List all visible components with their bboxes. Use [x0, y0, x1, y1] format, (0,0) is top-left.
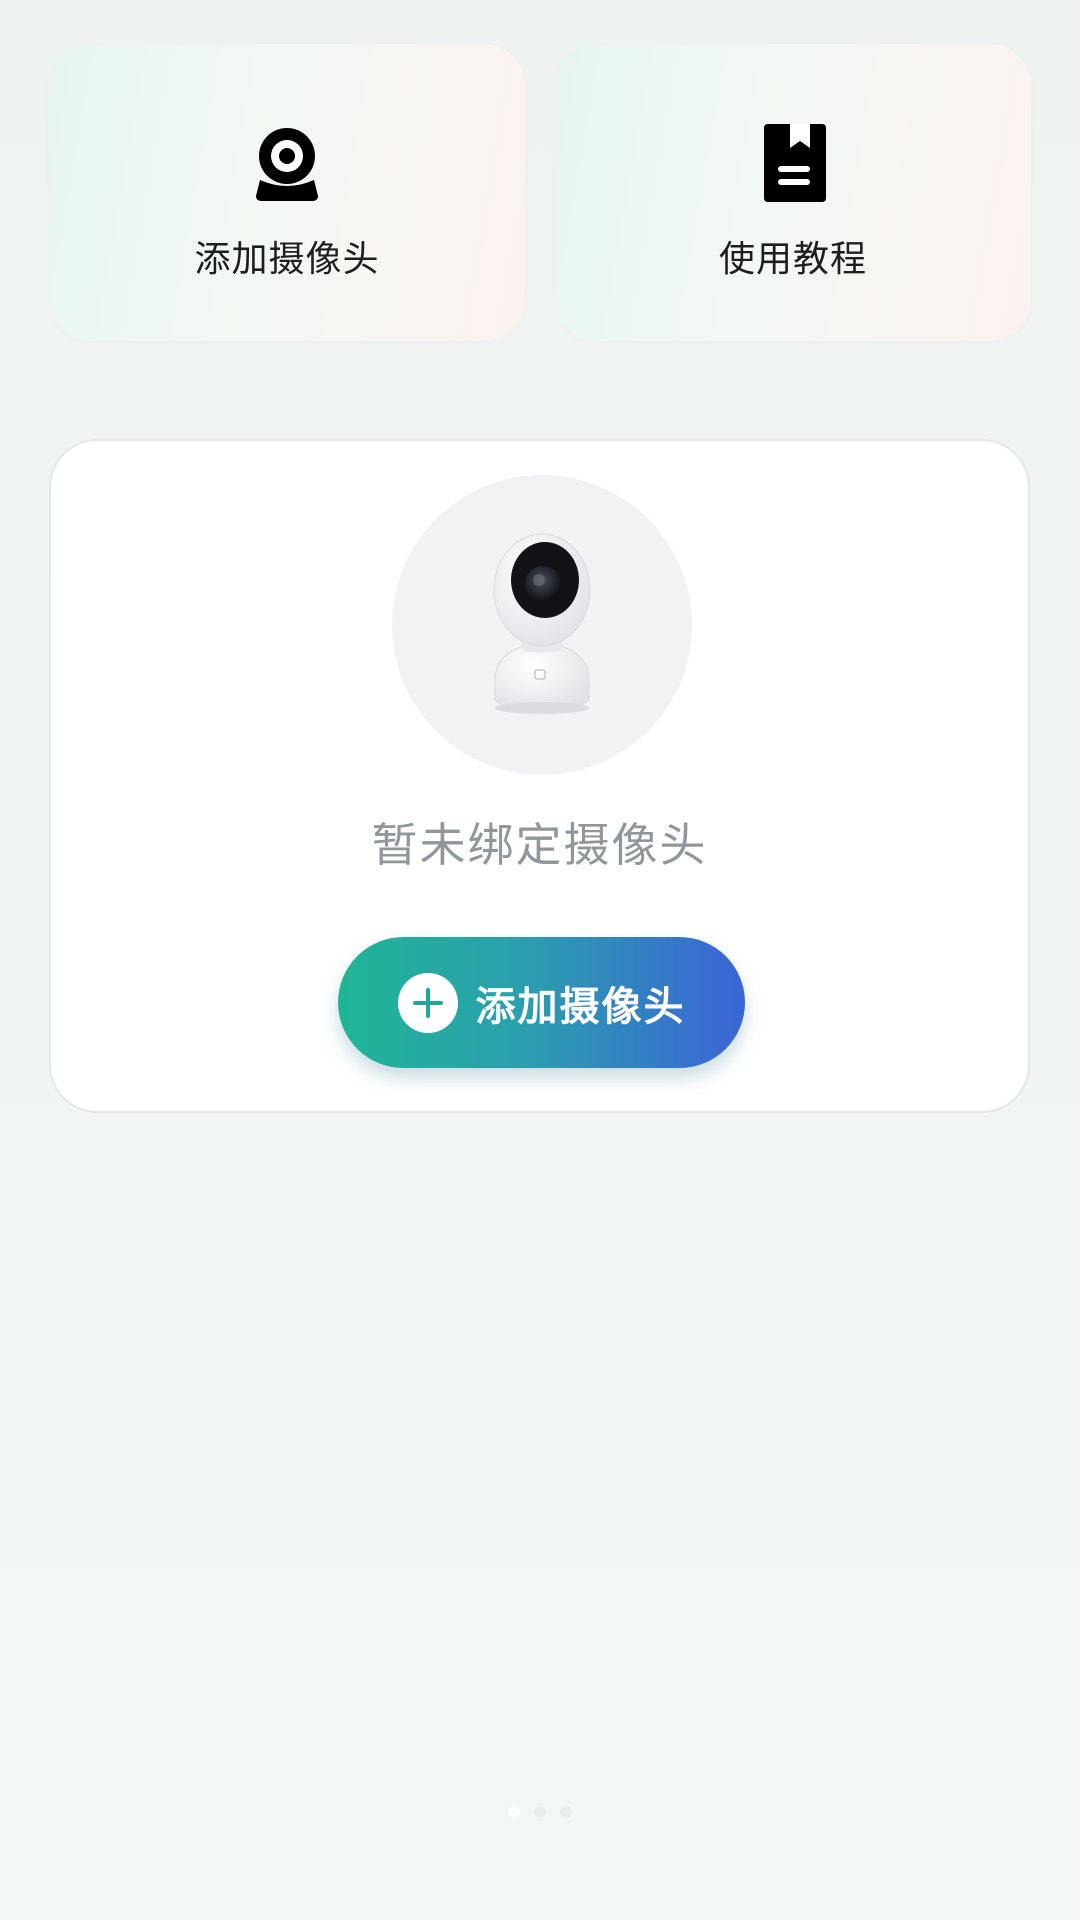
- device-placeholder: [392, 475, 692, 775]
- quick-action-label: 添加摄像头: [194, 239, 380, 280]
- page-indicator: [0, 1806, 1080, 1818]
- quick-actions: 添加摄像头 使用教程: [49, 44, 1031, 341]
- webcam-icon: [256, 128, 318, 201]
- guide-book-icon: [764, 124, 826, 202]
- quick-action-label: 使用教程: [718, 239, 867, 280]
- add-camera-button-label: 添加摄像头: [475, 983, 686, 1030]
- camera-empty-card: 暂未绑定摄像头 添加摄像头: [49, 439, 1030, 1113]
- quick-action-tutorial[interactable]: 使用教程: [555, 44, 1031, 341]
- page-dot: [560, 1806, 572, 1818]
- add-camera-button[interactable]: 添加摄像头: [338, 937, 745, 1068]
- page-dot: [534, 1806, 546, 1818]
- empty-state-text: 暂未绑定摄像头: [371, 818, 708, 872]
- security-camera-image: [493, 533, 591, 714]
- quick-action-add-camera[interactable]: 添加摄像头: [49, 44, 525, 341]
- page-dot: [508, 1806, 520, 1818]
- plus-circle-icon: [397, 972, 458, 1033]
